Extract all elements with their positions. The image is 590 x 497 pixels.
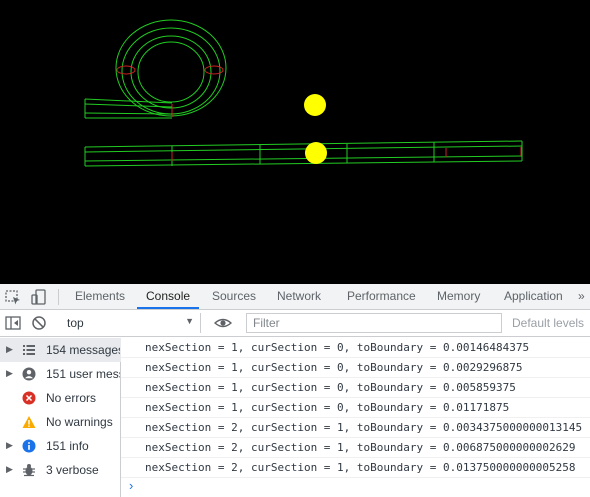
console-messages: nexSection = 1, curSection = 0, toBounda… [121, 338, 590, 497]
tab-performance[interactable]: Performance [347, 284, 416, 309]
expand-icon: ▶ [6, 368, 13, 378]
loop-markers [116, 65, 224, 117]
context-selector[interactable]: top ▼ [60, 313, 201, 333]
bug-icon [23, 464, 35, 477]
tab-memory[interactable]: Memory [437, 284, 480, 309]
ball-upper [304, 94, 326, 116]
inspect-element-icon[interactable] [4, 288, 22, 306]
tab-console[interactable]: Console [137, 284, 200, 309]
log-message: nexSection = 2, curSection = 1, toBounda… [145, 461, 576, 474]
devtools-panel: Elements Console Sources Network Perform… [0, 284, 590, 497]
log-message: nexSection = 2, curSection = 1, toBounda… [145, 441, 576, 454]
warning-icon [22, 416, 36, 428]
lower-track [84, 140, 523, 167]
log-row: nexSection = 2, curSection = 1, toBounda… [121, 458, 590, 478]
scene-viewport[interactable] [0, 0, 590, 284]
sidebar-item-user-messages[interactable]: ▶ 151 user messages [0, 362, 121, 386]
list-icon [23, 345, 35, 355]
ball-lower [305, 142, 327, 164]
sidebar-item-label: No warnings [46, 415, 113, 429]
clear-console-icon[interactable] [30, 314, 48, 332]
sidebar-item-errors[interactable]: No errors [0, 386, 121, 410]
expand-icon: ▶ [6, 464, 13, 474]
devtools-tabbar: Elements Console Sources Network Perform… [0, 284, 590, 310]
log-message: nexSection = 2, curSection = 1, toBounda… [145, 421, 583, 434]
log-message: nexSection = 1, curSection = 0, toBounda… [145, 361, 523, 374]
filter-input[interactable] [246, 313, 502, 333]
toolbar-separator [58, 289, 59, 305]
user-icon [22, 367, 36, 381]
log-row: nexSection = 1, curSection = 0, toBounda… [121, 338, 590, 358]
tab-elements[interactable]: Elements [75, 284, 125, 309]
sidebar-item-verbose[interactable]: ▶ 3 verbose [0, 458, 121, 482]
sidebar-item-label: 3 verbose [46, 463, 99, 477]
log-message: nexSection = 1, curSection = 0, toBounda… [145, 381, 516, 394]
sidebar-item-info[interactable]: ▶ 151 info [0, 434, 121, 458]
context-label: top [67, 316, 84, 330]
log-levels-dropdown[interactable]: Default levels [512, 316, 584, 330]
log-row: nexSection = 1, curSection = 0, toBounda… [121, 358, 590, 378]
tab-sources[interactable]: Sources [212, 284, 256, 309]
console-sidebar: ▶ 154 messages ▶ 151 user messages [0, 338, 121, 497]
sidebar-item-label: 151 user messages [46, 367, 120, 381]
log-row: nexSection = 2, curSection = 1, toBounda… [121, 438, 590, 458]
eye-icon[interactable] [214, 314, 232, 332]
log-message: nexSection = 1, curSection = 0, toBounda… [145, 341, 530, 354]
sidebar-item-messages[interactable]: ▶ 154 messages [0, 338, 121, 362]
log-row: nexSection = 1, curSection = 0, toBounda… [121, 378, 590, 398]
tab-application[interactable]: Application [504, 284, 563, 309]
sidebar-item-warnings[interactable]: No warnings [0, 410, 121, 434]
error-icon [22, 391, 36, 405]
expand-icon: ▶ [6, 344, 13, 354]
sidebar-item-label: 151 info [46, 439, 89, 453]
device-toolbar-icon[interactable] [30, 288, 48, 306]
sidebar-item-label: 154 messages [46, 343, 120, 357]
console-filter-bar: top ▼ Default levels [0, 310, 590, 337]
log-row: nexSection = 1, curSection = 0, toBounda… [121, 398, 590, 418]
track-scene [84, 19, 523, 167]
sidebar-item-label: No errors [46, 391, 97, 405]
more-tabs-button[interactable]: » [578, 284, 585, 309]
tab-network[interactable]: Network [277, 284, 321, 309]
chevron-down-icon: ▼ [185, 316, 194, 326]
expand-icon: ▶ [6, 440, 13, 450]
console-prompt[interactable]: › [129, 478, 133, 493]
log-row: nexSection = 2, curSection = 1, toBounda… [121, 418, 590, 438]
sidebar-toggle-icon[interactable] [4, 314, 22, 332]
info-icon [22, 439, 36, 453]
log-message: nexSection = 1, curSection = 0, toBounda… [145, 401, 510, 414]
